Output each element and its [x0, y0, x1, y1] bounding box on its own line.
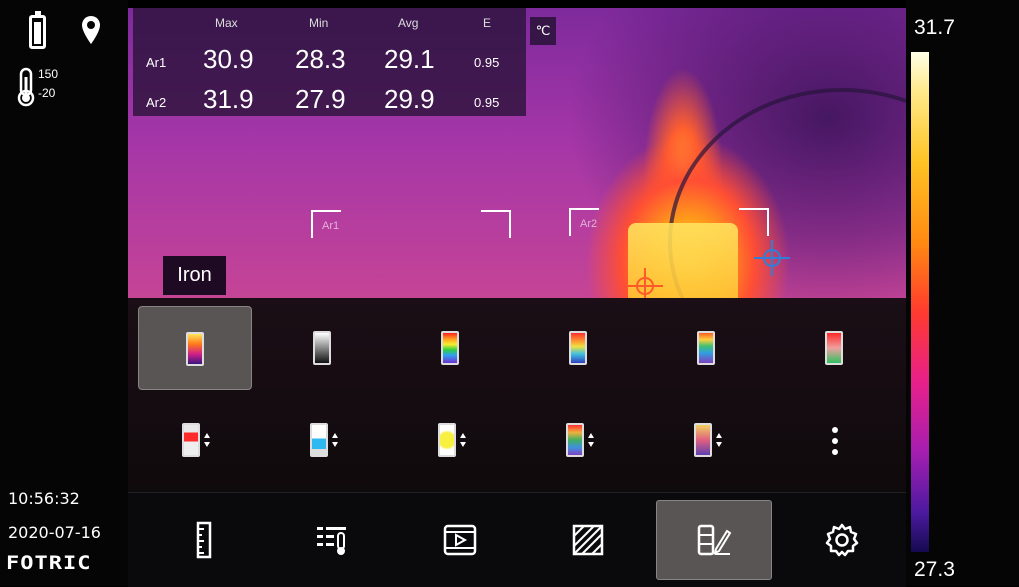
scale-min-value[interactable]: 27.3 [914, 558, 955, 582]
tool-temperature-button[interactable] [274, 500, 390, 580]
tool-measure-button[interactable] [146, 500, 262, 580]
palette-selector [128, 298, 906, 492]
palette-more-button[interactable] [778, 398, 892, 482]
iron-palette-icon [186, 332, 204, 366]
unit-toggle[interactable]: ℃ [530, 17, 556, 45]
header-e: E [483, 16, 492, 30]
palette-red-green-button[interactable] [778, 306, 892, 390]
header-avg: Avg [398, 16, 419, 30]
roi-ar1-label: Ar1 [322, 220, 340, 232]
grayscale-palette-icon [313, 331, 331, 365]
row-label-ar2: Ar2 [146, 95, 167, 110]
range-high: 150 [38, 67, 59, 81]
roi-ar2[interactable]: Ar2 [569, 208, 769, 242]
clock-date: 2020-07-16 [8, 523, 101, 542]
blue-alarm-palette-icon [310, 423, 328, 457]
adjust-arrows-icon [716, 433, 722, 447]
location-pin-icon [82, 16, 100, 44]
palette-iron-alarm-button[interactable] [650, 398, 764, 482]
palette-rainbow-alarm-button[interactable] [522, 398, 636, 482]
battery-icon [29, 11, 46, 49]
status-sidebar: 150 -20 10:56:32 2020-07-16 FOTRIC [0, 0, 128, 586]
rainbow-alarm-palette-icon [566, 423, 584, 457]
min-temp-crosshair[interactable] [754, 240, 790, 276]
rainbow-palette-icon [441, 331, 459, 365]
palette-edit-icon [697, 524, 732, 556]
adjust-arrows-icon [460, 433, 466, 447]
area-hatch-icon [572, 524, 604, 556]
brand-logo: FOTRIC [6, 553, 92, 575]
red-alarm-palette-icon [182, 423, 200, 457]
range-low: -20 [38, 86, 56, 100]
multi-color-palette-icon [697, 331, 715, 365]
color-scale: 31.7 27.3 [906, 0, 1019, 586]
ar2-max: 31.9 [203, 84, 254, 114]
roi-ar2-label: Ar2 [580, 218, 598, 230]
red-green-palette-icon [825, 331, 843, 365]
rainbow-hc-palette-icon [569, 331, 587, 365]
ar2-emissivity: 0.95 [474, 95, 500, 110]
tool-settings-button[interactable] [784, 500, 900, 580]
palette-blue-alarm-button[interactable] [266, 398, 380, 482]
scale-max-value[interactable]: 31.7 [914, 16, 955, 40]
roi-ar1[interactable]: Ar1 [311, 210, 511, 244]
bottom-toolbar [128, 492, 906, 587]
thermometer-range-icon [17, 67, 35, 107]
ar1-max: 30.9 [203, 44, 254, 74]
video-playback-icon [443, 524, 477, 556]
iron-alarm-palette-icon [694, 423, 712, 457]
palette-red-alarm-button[interactable] [138, 398, 252, 482]
tool-palette-button[interactable] [656, 500, 772, 580]
header-max: Max [215, 16, 238, 30]
row-label-ar1: Ar1 [146, 55, 167, 70]
palette-iron-button[interactable] [138, 306, 252, 390]
palette-rainbow-hc-button[interactable] [522, 306, 636, 390]
yellow-alarm-palette-icon [438, 423, 456, 457]
palette-yellow-alarm-button[interactable] [394, 398, 508, 482]
palette-multi-color-button[interactable] [650, 306, 764, 390]
palette-rainbow-button[interactable] [394, 306, 508, 390]
more-icon [831, 427, 839, 457]
ar1-min: 28.3 [295, 44, 346, 74]
ar2-min: 27.9 [295, 84, 346, 114]
temperature-settings-icon [317, 527, 346, 555]
settings-gear-icon [825, 523, 859, 557]
palette-name-label: Iron [163, 256, 226, 295]
max-temp-crosshair[interactable] [627, 268, 663, 298]
measurement-table: Max Min Avg E Ar1 30.9 28.3 29.1 0.95 Ar… [133, 8, 526, 116]
header-min: Min [309, 16, 329, 30]
tool-video-button[interactable] [402, 500, 518, 580]
ar1-avg: 29.1 [384, 44, 435, 74]
adjust-arrows-icon [204, 433, 210, 447]
tool-area-button[interactable] [530, 500, 646, 580]
measure-ruler-icon [196, 521, 212, 559]
ar2-avg: 29.9 [384, 84, 435, 114]
adjust-arrows-icon [588, 433, 594, 447]
palette-grayscale-button[interactable] [266, 306, 380, 390]
scale-gradient-bar[interactable] [911, 52, 929, 552]
clock-time: 10:56:32 [8, 489, 80, 508]
adjust-arrows-icon [332, 433, 338, 447]
ar1-emissivity: 0.95 [474, 55, 500, 70]
